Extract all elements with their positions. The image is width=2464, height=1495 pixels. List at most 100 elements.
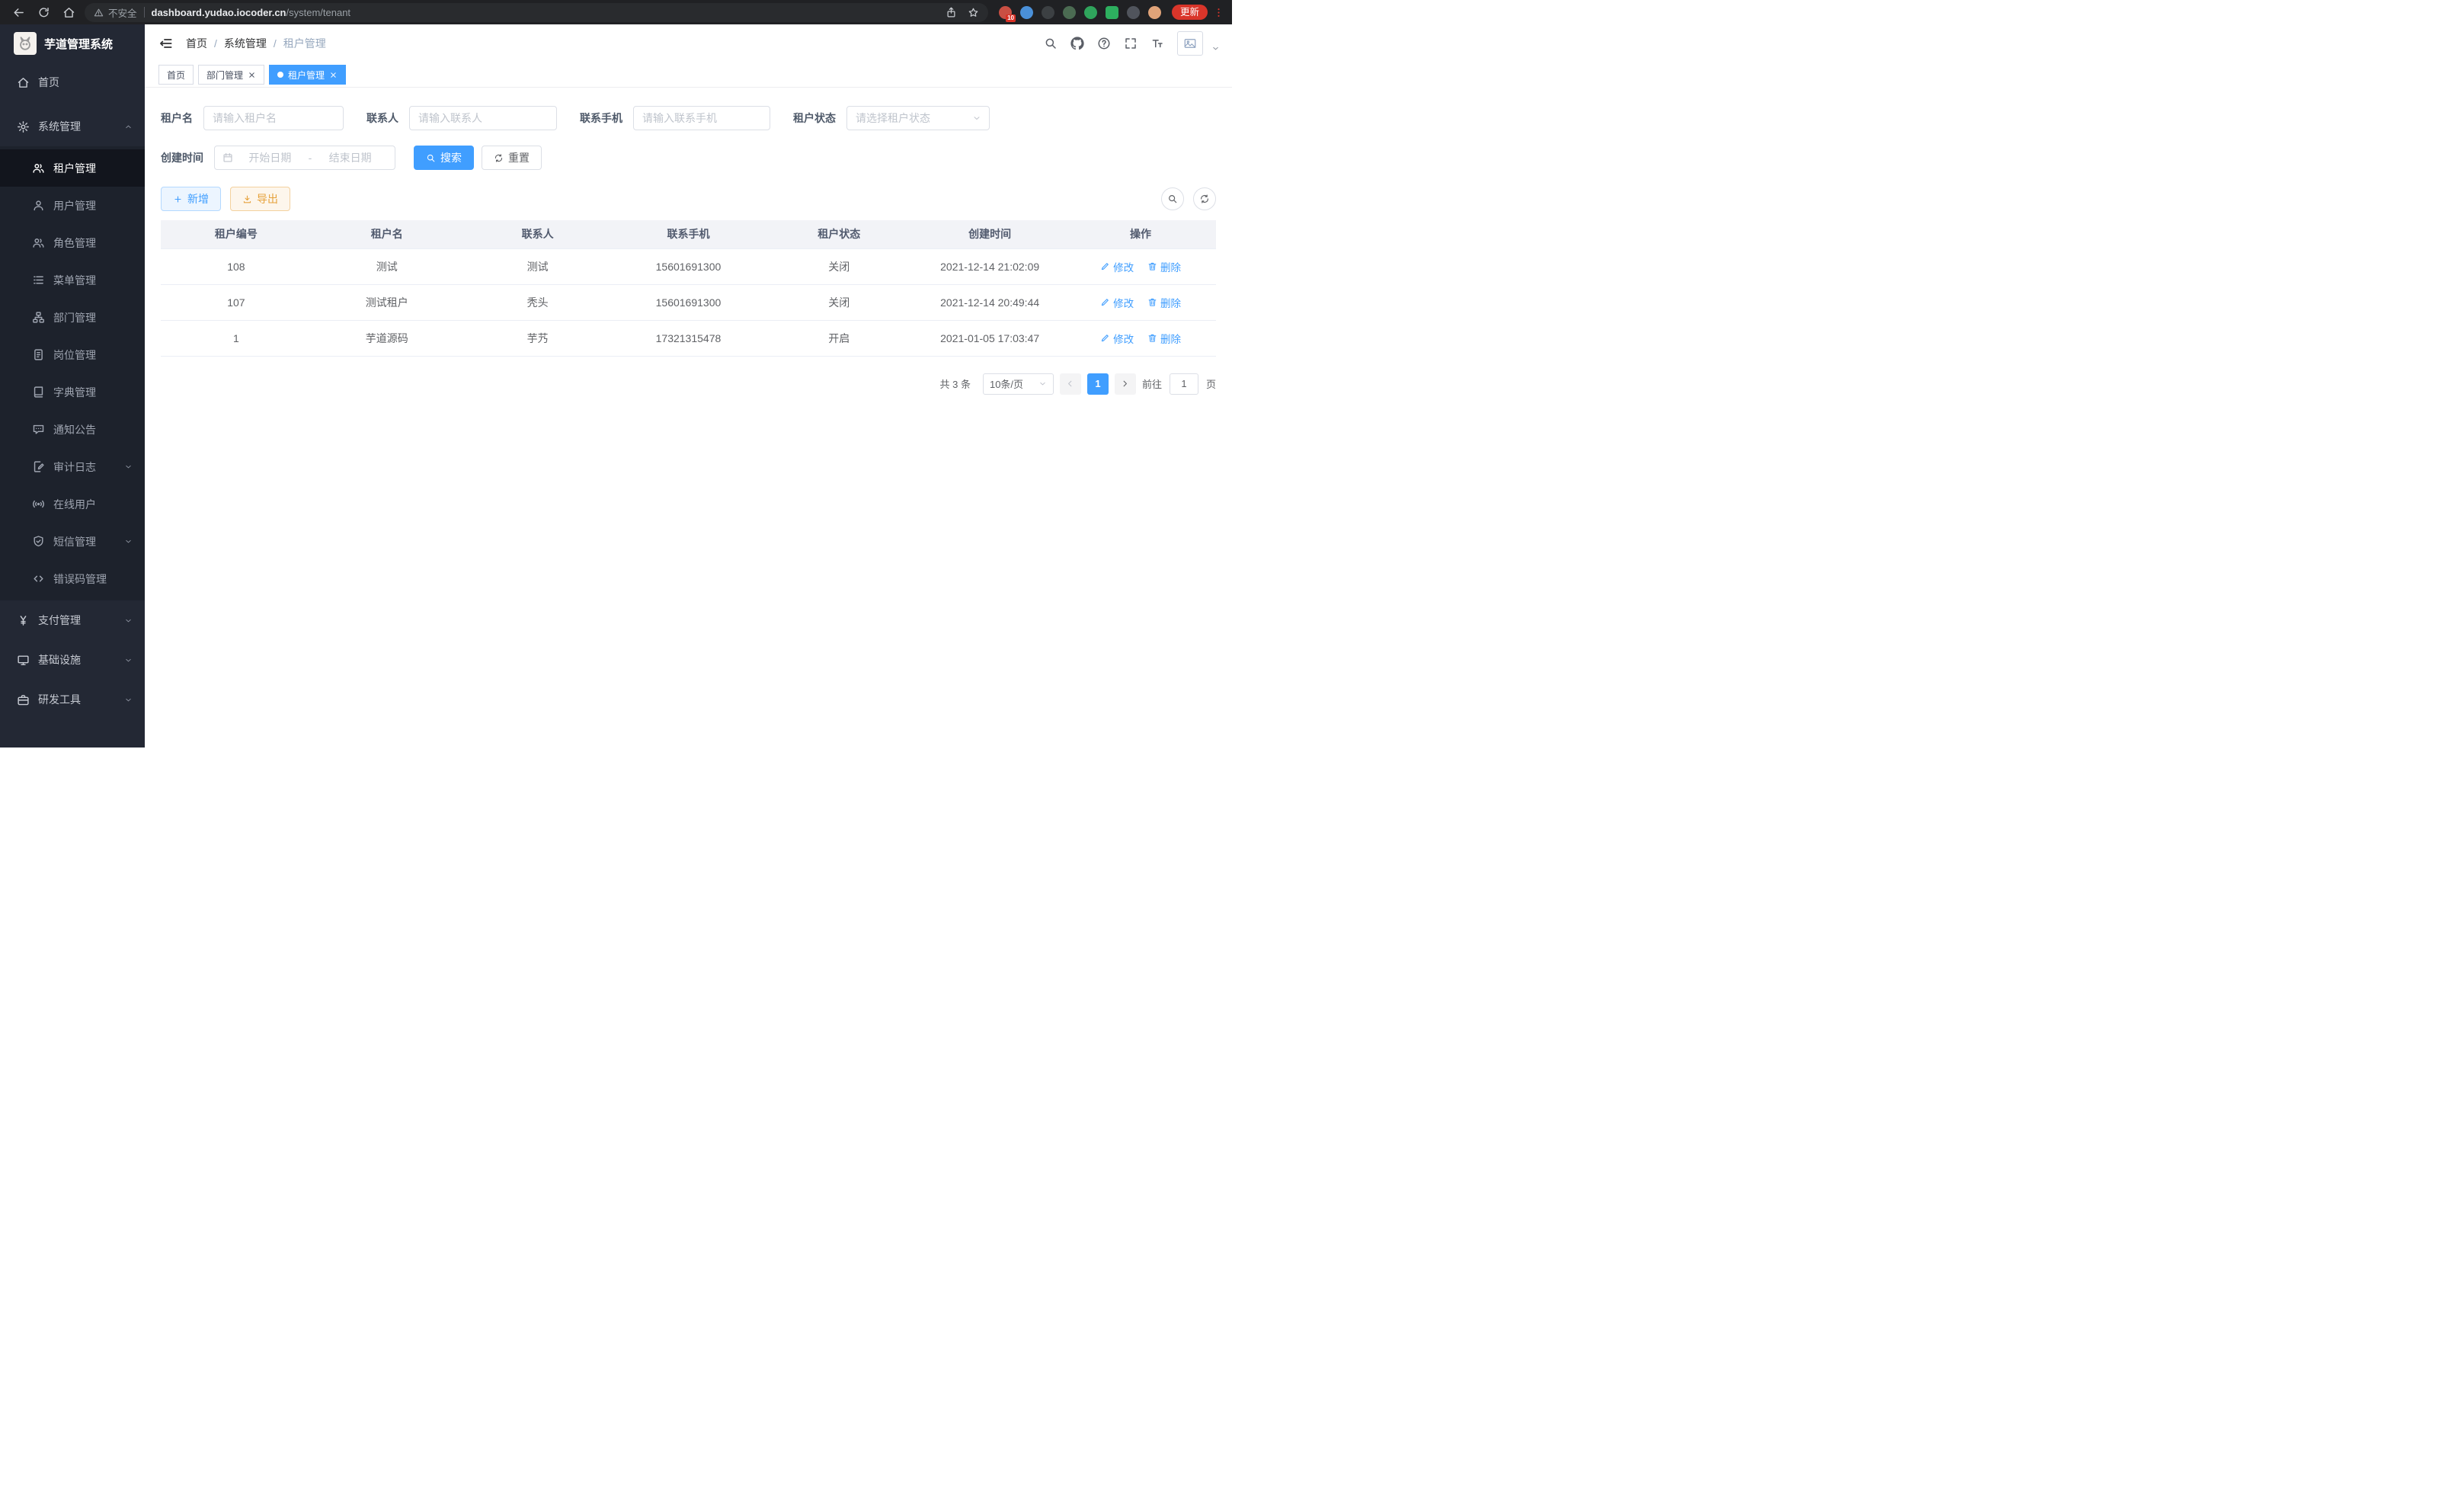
refresh-table-button[interactable] — [1193, 187, 1216, 210]
status-select[interactable]: 请选择租户状态 — [846, 106, 990, 130]
extension-icon-7[interactable] — [1127, 6, 1140, 19]
user-avatar[interactable] — [1177, 31, 1203, 56]
next-page-button[interactable] — [1115, 373, 1136, 395]
sidebar-item-error-code-management[interactable]: 错误码管理 — [0, 560, 145, 597]
search-icon — [426, 153, 436, 163]
edit-link[interactable]: 修改 — [1100, 295, 1134, 310]
search-icon[interactable] — [1044, 37, 1058, 50]
page-content: 租户名 联系人 联系手机 租户状态 请选择租户状态 — [145, 88, 1232, 748]
breadcrumb-current: 租户管理 — [283, 36, 326, 51]
shield-icon — [32, 535, 45, 548]
chevron-down-icon[interactable] — [1211, 44, 1220, 53]
col-created: 创建时间 — [914, 220, 1065, 248]
sidebar-item-role-management[interactable]: 角色管理 — [0, 224, 145, 261]
cell-tenant-name: 测试租户 — [312, 284, 462, 320]
sidebar-item-menu-management[interactable]: 菜单管理 — [0, 261, 145, 299]
github-icon[interactable] — [1070, 37, 1084, 50]
tenant-name-input[interactable] — [203, 106, 344, 130]
sidebar-item-dict-management[interactable]: 字典管理 — [0, 373, 145, 411]
delete-link[interactable]: 删除 — [1147, 259, 1181, 274]
fullscreen-icon[interactable] — [1124, 37, 1138, 50]
chevron-down-icon — [124, 616, 133, 625]
pagination: 共 3 条 10条/页 1 前往 页 — [161, 373, 1216, 395]
export-button[interactable]: 导出 — [230, 187, 290, 211]
tab-tenant-management[interactable]: 租户管理 — [269, 65, 346, 85]
tab-department-management[interactable]: 部门管理 — [198, 65, 264, 85]
search-button[interactable]: 搜索 — [414, 146, 474, 170]
sidebar-item-infrastructure[interactable]: 基础设施 — [0, 640, 145, 680]
sidebar-item-user-management[interactable]: 用户管理 — [0, 187, 145, 224]
browser-update-button[interactable]: 更新 — [1172, 5, 1208, 20]
sidebar-item-post-management[interactable]: 岗位管理 — [0, 336, 145, 373]
extension-icon-5[interactable] — [1084, 6, 1097, 19]
delete-link[interactable]: 删除 — [1147, 331, 1181, 346]
close-icon[interactable] — [248, 71, 256, 79]
roles-icon — [32, 236, 45, 249]
date-range-picker[interactable]: 开始日期 - 结束日期 — [214, 146, 395, 170]
phone-input[interactable] — [633, 106, 770, 130]
profile-avatar-icon[interactable] — [1148, 6, 1161, 19]
chevron-down-icon — [124, 537, 133, 546]
help-icon[interactable] — [1097, 37, 1111, 50]
chevron-up-icon — [124, 123, 133, 131]
app-header: 首页 / 系统管理 / 租户管理 — [145, 24, 1232, 62]
close-icon[interactable] — [329, 71, 338, 79]
sidebar-menu: 首页 系统管理 租户管理 用户管理 角色管理 — [0, 62, 145, 748]
cell-tenant-name: 测试 — [312, 248, 462, 284]
chevron-down-icon — [124, 696, 133, 704]
sidebar-item-online-users[interactable]: 在线用户 — [0, 485, 145, 523]
sidebar-item-payment-management[interactable]: 支付管理 — [0, 600, 145, 640]
extension-icon-2[interactable] — [1020, 6, 1033, 19]
sidebar-item-dev-tools[interactable]: 研发工具 — [0, 680, 145, 719]
browser-back-icon[interactable] — [12, 6, 25, 19]
sidebar-item-system-management[interactable]: 系统管理 — [0, 107, 145, 146]
browser-menu-icon[interactable] — [1213, 7, 1224, 18]
toggle-search-button[interactable] — [1161, 187, 1184, 210]
bookmark-star-icon[interactable] — [968, 7, 979, 18]
search-icon — [1167, 194, 1178, 204]
breadcrumb-separator: / — [274, 37, 277, 50]
edit-link[interactable]: 修改 — [1100, 259, 1134, 274]
extension-icon-4[interactable] — [1063, 6, 1076, 19]
logo: 芋道管理系统 — [0, 24, 145, 62]
extension-icon-3[interactable] — [1042, 6, 1054, 19]
prev-page-button[interactable] — [1060, 373, 1081, 395]
toolbar-right — [1161, 187, 1216, 210]
share-icon[interactable] — [946, 7, 957, 18]
delete-link[interactable]: 删除 — [1147, 295, 1181, 310]
sidebar-item-label: 在线用户 — [53, 497, 96, 512]
browser-chrome: 不安全 dashboard.yudao.iocoder.cn/system/te… — [0, 0, 1232, 24]
breadcrumb-home[interactable]: 首页 — [186, 36, 207, 51]
sidebar-item-tenant-management[interactable]: 租户管理 — [0, 149, 145, 187]
sidebar-item-notice[interactable]: 通知公告 — [0, 411, 145, 448]
add-button[interactable]: 新增 — [161, 187, 221, 211]
extension-icon-1[interactable]: 10 — [999, 6, 1012, 19]
address-bar[interactable]: 不安全 dashboard.yudao.iocoder.cn/system/te… — [85, 3, 988, 22]
sidebar-item-audit-log[interactable]: 审计日志 — [0, 448, 145, 485]
sidebar-item-label: 岗位管理 — [53, 347, 96, 363]
browser-refresh-icon[interactable] — [37, 6, 50, 19]
sidebar-item-home[interactable]: 首页 — [0, 62, 145, 102]
page-size-select[interactable]: 10条/页 — [983, 373, 1054, 395]
font-size-icon[interactable] — [1150, 37, 1164, 50]
extensions-area: 10 — [999, 6, 1161, 19]
cell-tenant-id: 107 — [161, 284, 312, 320]
reset-button[interactable]: 重置 — [482, 146, 542, 170]
trash-icon — [1147, 297, 1157, 307]
sidebar-item-sms-management[interactable]: 短信管理 — [0, 523, 145, 560]
extension-icon-6[interactable] — [1106, 6, 1118, 19]
chevron-down-icon — [972, 114, 981, 123]
contact-input[interactable] — [409, 106, 557, 130]
security-chip[interactable]: 不安全 — [94, 5, 137, 20]
cell-phone: 17321315478 — [613, 320, 764, 356]
sidebar-item-label: 字典管理 — [53, 385, 96, 400]
page-number-button[interactable]: 1 — [1087, 373, 1109, 395]
edit-pencil-icon — [1100, 261, 1110, 271]
breadcrumb-system[interactable]: 系统管理 — [224, 36, 267, 51]
goto-page-input[interactable] — [1170, 373, 1198, 395]
edit-link[interactable]: 修改 — [1100, 331, 1134, 346]
sidebar-collapse-icon[interactable] — [158, 36, 174, 51]
sidebar-item-department-management[interactable]: 部门管理 — [0, 299, 145, 336]
tab-home[interactable]: 首页 — [158, 65, 194, 85]
browser-home-icon[interactable] — [62, 6, 75, 19]
